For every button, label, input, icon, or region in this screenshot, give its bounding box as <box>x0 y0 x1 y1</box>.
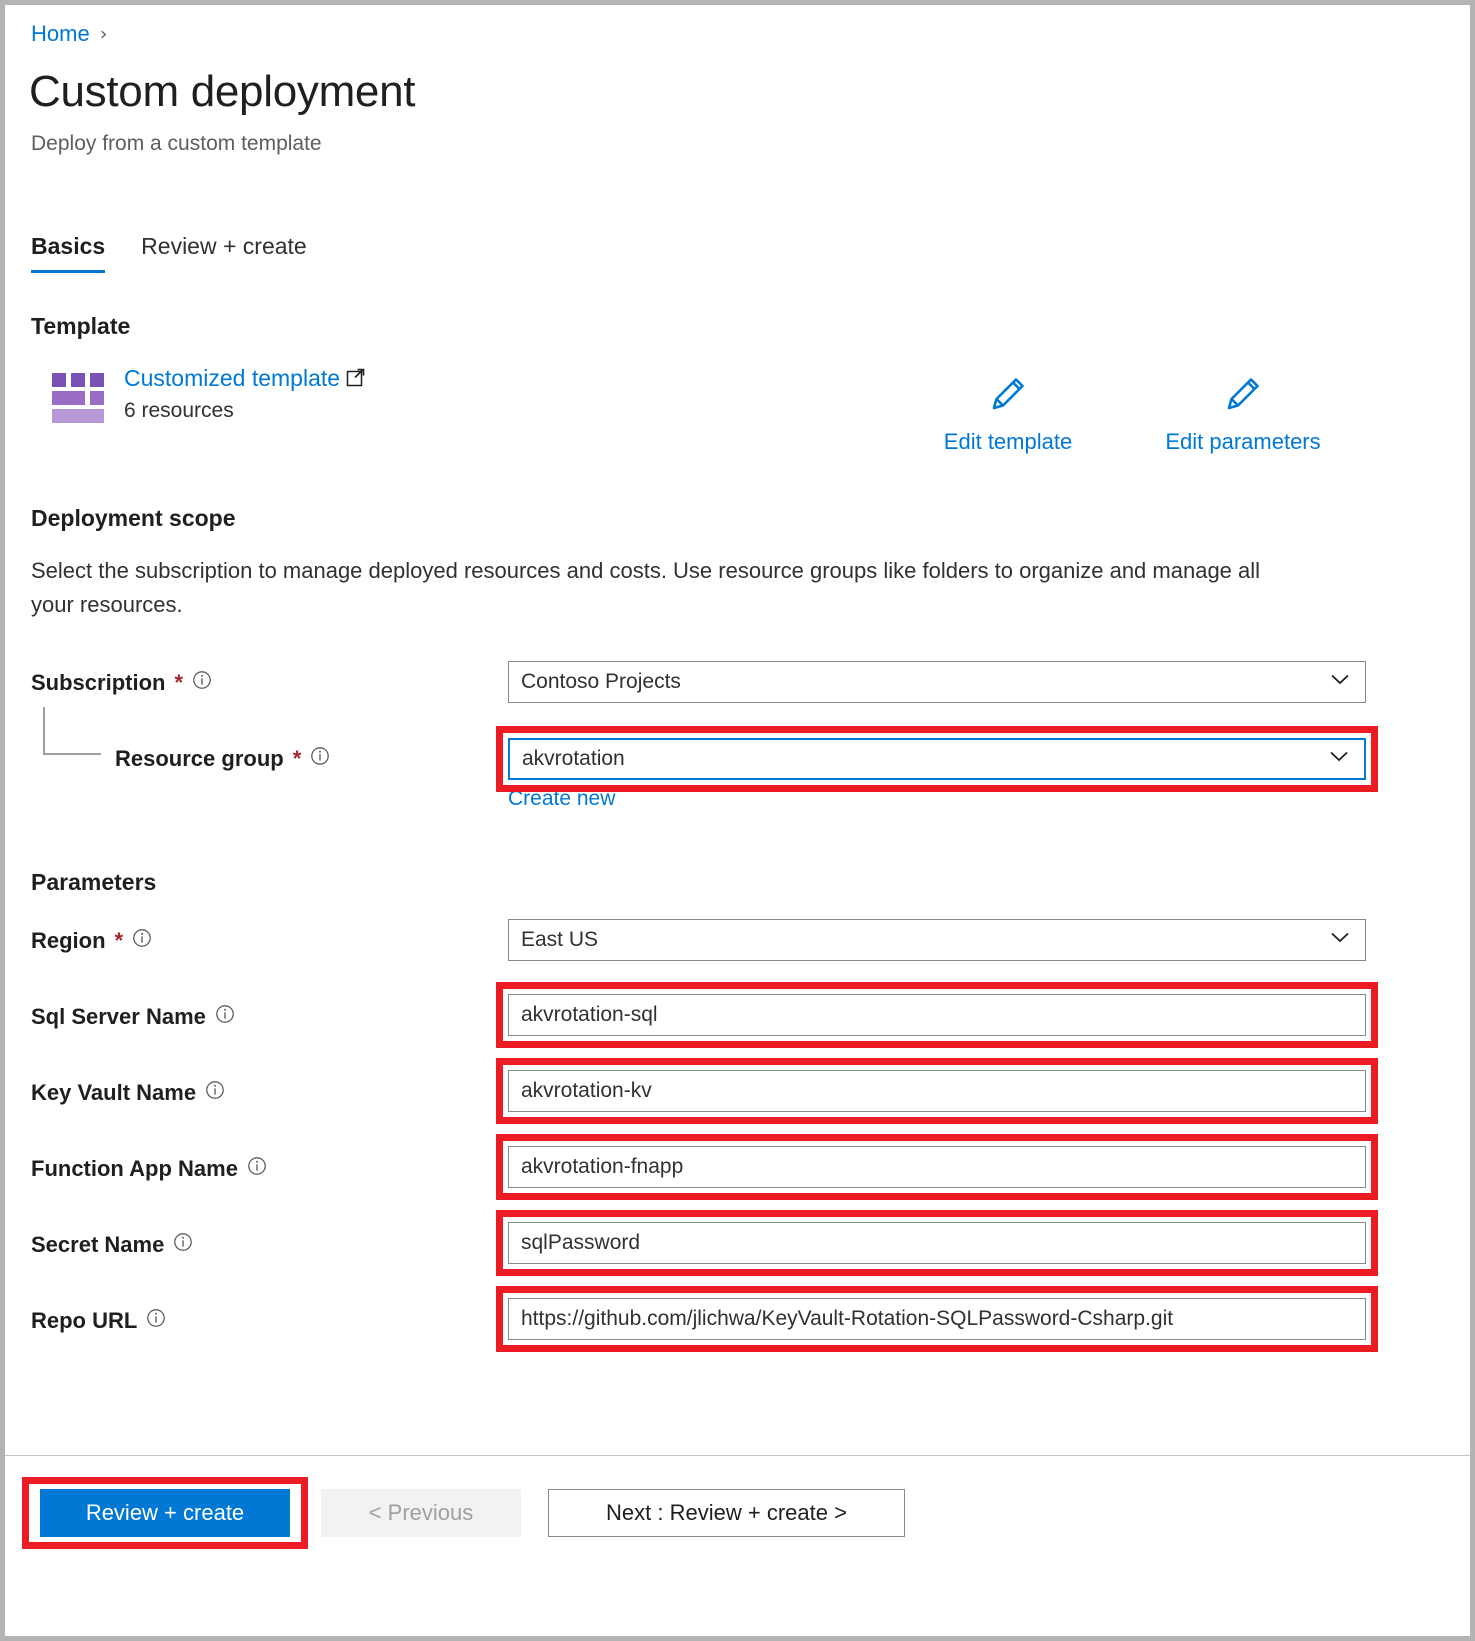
edit-parameters-label: Edit parameters <box>1165 429 1321 454</box>
secret-name-label-text: Secret Name <box>31 1232 165 1257</box>
custom-deployment-blade: Home › Custom deployment Deploy from a c… <box>5 5 1470 1636</box>
create-new-resource-group-link[interactable]: Create new <box>508 787 615 811</box>
info-icon[interactable] <box>192 670 212 696</box>
info-icon[interactable] <box>146 1308 166 1334</box>
previous-button: < Previous <box>321 1489 521 1537</box>
secret-name-label: Secret Name <box>31 1232 193 1258</box>
resource-group-label: Resource group * <box>115 746 330 772</box>
review-create-button[interactable]: Review + create <box>40 1489 290 1537</box>
customized-template-link[interactable]: Customized template <box>124 365 365 393</box>
region-label: Region * <box>31 928 152 954</box>
function-app-name-label: Function App Name <box>31 1156 267 1182</box>
required-asterisk: * <box>292 746 302 771</box>
template-resource-count: 6 resources <box>124 399 234 422</box>
parameters-heading: Parameters <box>31 869 157 895</box>
info-icon[interactable] <box>310 746 330 772</box>
page-subtitle: Deploy from a custom template <box>31 132 322 155</box>
sql-server-name-label-text: Sql Server Name <box>31 1004 206 1029</box>
next-button[interactable]: Next : Review + create > <box>548 1489 905 1537</box>
template-heading: Template <box>31 313 131 339</box>
info-icon[interactable] <box>247 1156 267 1182</box>
repo-url-input[interactable]: https://github.com/jlichwa/KeyVault-Rota… <box>508 1298 1366 1340</box>
resource-group-select[interactable]: akvrotation <box>508 738 1366 780</box>
secret-name-input[interactable]: sqlPassword <box>508 1222 1366 1264</box>
edit-template-label: Edit template <box>943 429 1073 454</box>
tab-basics[interactable]: Basics <box>31 233 106 273</box>
deployment-scope-description: Select the subscription to manage deploy… <box>31 558 1261 617</box>
pencil-icon <box>1145 371 1341 423</box>
region-select[interactable]: East US <box>508 919 1366 961</box>
info-icon[interactable] <box>215 1004 235 1030</box>
required-asterisk: * <box>114 928 124 953</box>
tab-bar: Basics Review + create <box>31 233 307 273</box>
info-icon[interactable] <box>173 1232 193 1258</box>
key-vault-name-label: Key Vault Name <box>31 1080 225 1106</box>
subscription-value: Contoso Projects <box>521 670 681 693</box>
key-vault-name-input[interactable]: akvrotation-kv <box>508 1070 1366 1112</box>
chevron-down-icon <box>1327 666 1353 698</box>
pencil-icon <box>910 371 1106 423</box>
resource-group-label-text: Resource group <box>115 746 284 771</box>
key-vault-name-value: akvrotation-kv <box>521 1079 652 1102</box>
function-app-name-input[interactable]: akvrotation-fnapp <box>508 1146 1366 1188</box>
required-asterisk: * <box>174 670 184 695</box>
info-icon[interactable] <box>205 1080 225 1106</box>
sql-server-name-input[interactable]: akvrotation-sql <box>508 994 1366 1036</box>
chevron-down-icon <box>1327 924 1353 956</box>
sql-server-name-value: akvrotation-sql <box>521 1003 658 1026</box>
region-label-text: Region <box>31 928 106 953</box>
repo-url-label-text: Repo URL <box>31 1308 138 1333</box>
secret-name-value: sqlPassword <box>521 1231 641 1254</box>
breadcrumb-home-link[interactable]: Home <box>31 21 90 47</box>
external-link-icon <box>346 366 365 393</box>
scope-tree-connector <box>43 707 101 755</box>
template-icon <box>52 373 108 423</box>
chevron-down-icon <box>1326 743 1352 775</box>
tab-review-create[interactable]: Review + create <box>141 233 307 273</box>
edit-parameters-button[interactable]: Edit parameters <box>1145 371 1341 455</box>
resource-group-value: akvrotation <box>522 747 625 770</box>
footer-divider <box>5 1455 1470 1456</box>
customized-template-label: Customized template <box>124 365 341 391</box>
subscription-select[interactable]: Contoso Projects <box>508 661 1366 703</box>
repo-url-label: Repo URL <box>31 1308 166 1334</box>
function-app-name-label-text: Function App Name <box>31 1156 238 1181</box>
repo-url-value: https://github.com/jlichwa/KeyVault-Rota… <box>521 1307 1174 1330</box>
info-icon[interactable] <box>132 928 152 954</box>
region-value: East US <box>521 928 599 951</box>
breadcrumb: Home › <box>31 21 107 47</box>
subscription-label: Subscription * <box>31 670 212 696</box>
deployment-scope-heading: Deployment scope <box>31 505 236 531</box>
edit-template-button[interactable]: Edit template <box>910 371 1106 455</box>
page-title: Custom deployment <box>29 67 416 116</box>
sql-server-name-label: Sql Server Name <box>31 1004 235 1030</box>
subscription-label-text: Subscription <box>31 670 166 695</box>
function-app-name-value: akvrotation-fnapp <box>521 1155 684 1178</box>
chevron-right-icon: › <box>99 23 108 45</box>
key-vault-name-label-text: Key Vault Name <box>31 1080 197 1105</box>
